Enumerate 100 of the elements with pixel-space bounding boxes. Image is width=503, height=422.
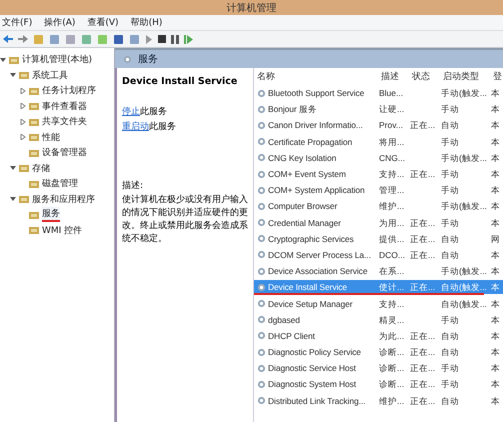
tree-item[interactable]: 系统工具	[32, 68, 68, 82]
tree-item[interactable]: 共享文件夹	[42, 115, 87, 128]
service-row-name[interactable]: Credential Manager	[254, 216, 378, 230]
forward-arrow-icon[interactable]	[18, 34, 28, 44]
table-cell-text: 自动	[440, 330, 460, 343]
table-cell-text: 手动	[440, 103, 460, 116]
table-cell-text: 自动	[440, 232, 460, 246]
table-cell-text: 手动	[440, 378, 460, 392]
pause-icon[interactable]	[171, 34, 179, 44]
menu-item[interactable]: 文件(F)	[2, 16, 32, 29]
expand-arrow-icon[interactable]	[20, 103, 26, 110]
service-row-name[interactable]: COM+ System Application	[254, 183, 378, 198]
folder-icon	[19, 70, 29, 80]
table-cell-text: 本	[490, 216, 501, 230]
service-row-name[interactable]: Canon Driver Informatio...	[254, 118, 378, 132]
expand-arrow-icon[interactable]	[10, 72, 16, 78]
table-cell-text: 手动	[440, 184, 460, 198]
table-cell-text: 正在...	[409, 330, 436, 343]
table-cell-text: 精灵...	[378, 314, 406, 327]
table-cell-text: 手动	[440, 216, 460, 230]
table-cell-text: 本	[490, 378, 501, 392]
service-row-name[interactable]: Distributed Link Tracking...	[254, 394, 378, 408]
column-header[interactable]: 启动类型	[440, 70, 490, 83]
service-row-name[interactable]: DHCP Client	[254, 328, 378, 343]
expand-arrow-icon[interactable]	[0, 56, 6, 63]
table-cell-text: 支持...	[378, 168, 406, 182]
action-link[interactable]: 重启动	[122, 122, 149, 132]
service-row-name[interactable]: CNG Key Isolation	[254, 150, 378, 165]
tree-item[interactable]: WMI 控件	[42, 224, 82, 237]
service-name: Device Install Service	[122, 76, 238, 87]
folder-icon	[29, 178, 39, 189]
tree-item[interactable]: 服务和应用程序	[32, 192, 95, 206]
table-cell-text: 手动	[440, 136, 460, 149]
service-row-name[interactable]: COM+ Event System	[254, 167, 378, 182]
table-cell-text: 诊断...	[378, 378, 406, 392]
column-header[interactable]: 名称	[254, 70, 378, 83]
table-cell-text: 提供...	[378, 232, 406, 246]
tree-item[interactable]: 设备管理器	[42, 146, 87, 160]
service-row-name[interactable]: Certificate Propagation	[254, 134, 378, 149]
service-row-name[interactable]: Device Setup Manager	[254, 296, 378, 311]
folder-icon	[29, 210, 39, 220]
folder-icon	[19, 194, 29, 204]
table-cell-text: 本	[490, 87, 501, 100]
expand-arrow-icon[interactable]	[20, 88, 26, 94]
expand-arrow-icon[interactable]	[10, 165, 16, 172]
table-cell-text: DCO...	[378, 248, 406, 262]
expand-arrow-icon[interactable]	[20, 118, 26, 125]
table-cell: 本	[490, 280, 503, 294]
table-cell-text: 本	[490, 362, 501, 376]
play-icon[interactable]	[145, 34, 153, 44]
column-header[interactable]: 描述	[378, 70, 409, 83]
service-row-name[interactable]: Diagnostic Service Host	[254, 361, 378, 376]
table-cell-text: 正在...	[409, 346, 436, 360]
tree-item[interactable]: 性能	[42, 130, 60, 144]
table-cell-text: 正在...	[409, 362, 436, 376]
table-cell-text: 正在...	[409, 394, 436, 408]
restart-icon[interactable]	[184, 34, 193, 44]
service-row-name[interactable]: DCOM Server Process La...	[254, 248, 378, 262]
service-row-name[interactable]: Bluetooth Support Service	[254, 86, 378, 100]
menu-item[interactable]: 操作(A)	[44, 16, 76, 29]
table-cell-text: 自动	[440, 394, 460, 408]
table-cell-text: 支持...	[378, 298, 406, 311]
folder-icon	[29, 101, 39, 112]
table-cell-text: 自动	[440, 346, 460, 360]
window-title: 计算机管理	[0, 0, 503, 15]
folder-icon	[29, 225, 39, 236]
action-link[interactable]: 停止	[122, 107, 140, 117]
table-cell-text: 正在...	[409, 216, 436, 230]
tree-item[interactable]: 计算机管理(本地)	[22, 53, 92, 66]
column-header[interactable]: 登	[490, 70, 503, 83]
back-arrow-icon[interactable]	[3, 34, 13, 44]
service-row-name[interactable]: Device Association Service	[254, 264, 378, 278]
table-cell-text: 手动(触发...	[440, 87, 488, 100]
table-cell-text: 手动(触发...	[440, 152, 488, 165]
table-cell-text: 网	[490, 232, 501, 246]
table-cell-text: 本	[490, 265, 501, 278]
service-row-name[interactable]: Diagnostic Policy Service	[254, 345, 378, 360]
service-row-name[interactable]: Computer Browser	[254, 199, 378, 214]
table-cell-text: 为用...	[378, 216, 406, 230]
column-header[interactable]: 状态	[409, 70, 440, 83]
menu-item[interactable]: 帮助(H)	[130, 16, 162, 29]
tree-item[interactable]: 服务	[42, 207, 60, 222]
expand-arrow-icon[interactable]	[20, 134, 26, 140]
tree-item[interactable]: 磁盘管理	[42, 177, 78, 190]
menu-item[interactable]: 查看(V)	[87, 16, 119, 29]
table-cell-text: 维护...	[378, 394, 406, 408]
tree-item[interactable]: 事件查看器	[42, 100, 87, 113]
folder-icon	[29, 86, 39, 96]
table-cell-text: 本	[490, 168, 501, 182]
expand-arrow-icon[interactable]	[10, 196, 16, 202]
table-cell-text: 本	[490, 298, 501, 311]
service-row-name[interactable]: Bonjour 服务	[254, 102, 378, 116]
tree-item[interactable]: 任务计划程序	[42, 84, 96, 98]
table-cell-text: 本	[490, 103, 501, 116]
service-row-name[interactable]: dgbased	[254, 312, 378, 327]
service-row-name[interactable]: Diagnostic System Host	[254, 377, 378, 392]
tree-item[interactable]: 存储	[32, 162, 50, 175]
table-cell-text: 正在...	[409, 168, 436, 182]
service-row-name[interactable]: Cryptographic Services	[254, 232, 378, 246]
table-cell-text: 正在...	[409, 119, 436, 132]
